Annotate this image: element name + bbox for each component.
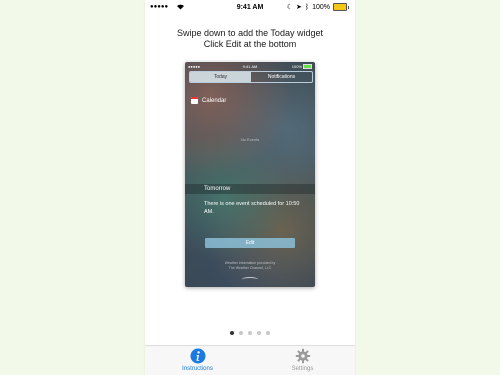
tomorrow-section: Tomorrow (185, 184, 315, 194)
page-indicator[interactable] (145, 331, 355, 335)
location-icon: ➤ (296, 4, 302, 11)
tab-notifications: Notifications (267, 74, 296, 80)
tab-settings-label: Settings (291, 366, 314, 372)
tab-instructions-label: Instructions (182, 366, 213, 372)
page-dot[interactable] (257, 331, 261, 335)
info-icon (190, 348, 205, 364)
bluetooth-icon: ᛒ (304, 3, 310, 11)
tomorrow-label: Tomorrow (204, 186, 231, 192)
screenshot-battery-icon (303, 64, 312, 69)
screenshot-battery-percent: 100% (291, 64, 302, 69)
instruction-heading: Swipe down to add the Today widget Click… (145, 28, 355, 50)
calendar-icon (191, 97, 198, 104)
weather-credit: Weather information provided by The Weat… (185, 261, 315, 271)
tab-today: Today (190, 72, 251, 82)
screenshot-battery-group: 100% (292, 64, 312, 69)
instruction-line-1: Swipe down to add the Today widget (177, 28, 323, 38)
battery-icon (333, 3, 349, 11)
gear-icon (295, 348, 310, 364)
screenshot-status-bar: ●●●●● 9:41 AM 100% (185, 62, 315, 70)
today-widget-screenshot: ●●●●● 9:41 AM 100% Today Notifications C… (185, 62, 315, 287)
credit-line-2: The Weather Channel, LLC (228, 266, 272, 270)
calendar-header: Calendar (191, 97, 226, 104)
battery-percent: 100% (312, 3, 330, 11)
instruction-line-2: Click Edit at the bottom (203, 39, 297, 49)
tab-instructions[interactable]: Instructions (145, 348, 250, 372)
page-dot[interactable] (230, 331, 234, 335)
calendar-label: Calendar (202, 97, 227, 104)
moon-icon: ☾ (286, 4, 294, 11)
segmented-control: Today Notifications (189, 71, 313, 83)
page-dot[interactable] (248, 331, 252, 335)
status-bar: ●●●●● 9:41 AM ☾ ➤ ᛒ 100% (145, 0, 355, 16)
grabber-handle (242, 277, 258, 282)
page-dot[interactable] (266, 331, 270, 335)
page-dot[interactable] (239, 331, 243, 335)
phone-screen: ●●●●● 9:41 AM ☾ ➤ ᛒ 100% Swipe down to a… (145, 0, 355, 375)
edit-button: Edit (205, 238, 295, 248)
no-events-text: No Events (240, 137, 260, 142)
event-summary: There is one event scheduled for 10:50 A… (204, 201, 300, 215)
tab-bar: Instructions Settings (145, 345, 355, 375)
tab-settings[interactable]: Settings (250, 348, 355, 372)
status-right: ☾ ➤ ᛒ 100% (286, 3, 349, 11)
